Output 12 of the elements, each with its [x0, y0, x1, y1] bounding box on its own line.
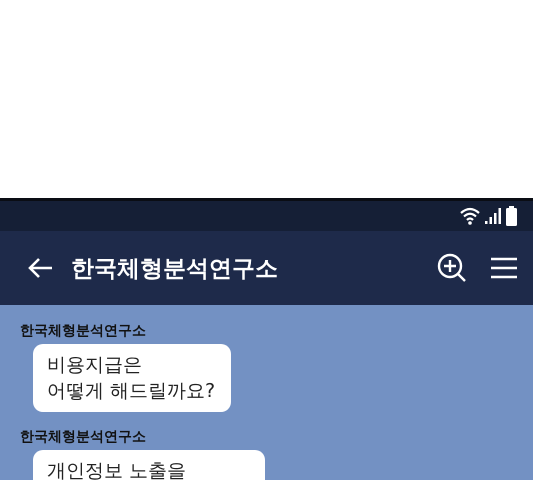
message-text: 비용지급은	[47, 353, 143, 378]
sender-name: 한국체형분석연구소	[20, 428, 146, 446]
signal-icon	[485, 207, 501, 225]
search-icon[interactable]	[437, 253, 467, 283]
sender-name: 한국체형분석연구소	[20, 322, 146, 340]
chat-title: 한국체형분석연구소	[71, 254, 279, 284]
wifi-icon	[460, 207, 480, 225]
message-text: 어떻게 해드릴까요?	[47, 379, 216, 404]
back-arrow-icon[interactable]	[27, 257, 53, 279]
menu-icon[interactable]	[491, 257, 517, 279]
message-text: 개인정보 노출을	[47, 459, 188, 480]
battery-icon	[506, 206, 517, 226]
